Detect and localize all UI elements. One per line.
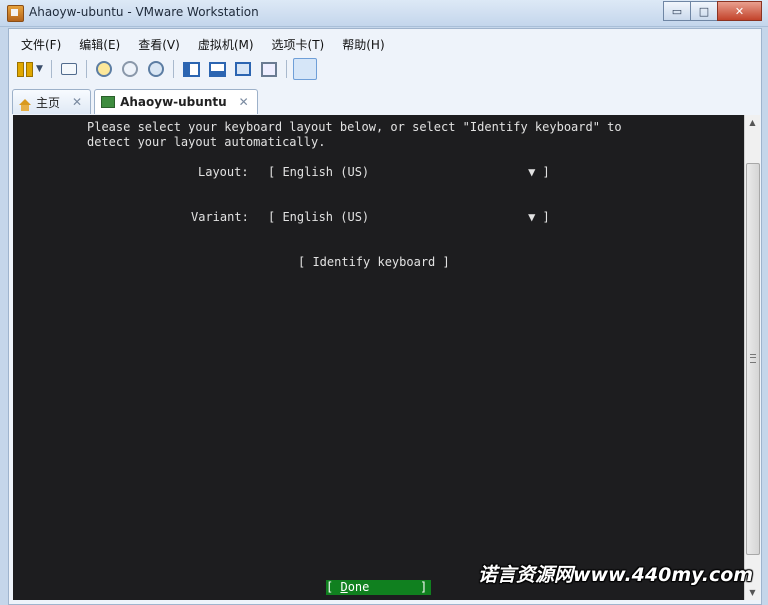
menu-view[interactable]: 查看(V) xyxy=(126,34,186,54)
identify-keyboard-button[interactable]: [ Identify keyboard ] xyxy=(298,255,450,270)
variant-select[interactable]: [ English (US) ▼ ] xyxy=(268,210,550,225)
tab-home-label: 主页 xyxy=(36,95,61,110)
unity-button[interactable] xyxy=(258,59,280,79)
done-button[interactable]: [ Done ] xyxy=(326,580,431,595)
close-icon[interactable]: ✕ xyxy=(239,95,249,109)
intro-text-line1: Please select your keyboard layout below… xyxy=(87,120,622,134)
vm-console-screen[interactable]: Please select your keyboard layout below… xyxy=(13,115,744,600)
window-title: Ahaoyw-ubuntu - VMware Workstation xyxy=(29,5,259,19)
minimize-button[interactable]: ▭ xyxy=(663,1,691,21)
power-pause-button[interactable]: ▼ xyxy=(15,59,45,79)
vertical-scrollbar[interactable]: ▲ ▼ xyxy=(744,115,760,600)
toolbar-separator xyxy=(86,60,87,78)
tab-vm-label: Ahaoyw-ubuntu xyxy=(120,95,227,109)
tab-strip: 主页 ✕ Ahaoyw-ubuntu ✕ xyxy=(12,89,261,115)
watermark-text: 诺言资源网www.440my.com xyxy=(478,564,754,586)
vm-icon xyxy=(101,96,116,108)
done-mnemonic: D xyxy=(340,580,348,594)
network-icon xyxy=(61,63,77,75)
menu-file[interactable]: 文件(F) xyxy=(9,34,67,54)
scroll-down-arrow[interactable]: ▼ xyxy=(745,585,760,600)
toolbar-separator xyxy=(286,60,287,78)
vmware-app-icon xyxy=(7,5,24,22)
thumbnail-view-icon xyxy=(208,61,226,77)
done-label: one xyxy=(347,580,370,594)
show-library-button[interactable] xyxy=(180,59,202,79)
snapshot-icon xyxy=(96,61,112,77)
console-view-button[interactable] xyxy=(19,58,317,157)
scroll-thumb[interactable] xyxy=(746,163,760,555)
window-controls: ▭ □ ✕ xyxy=(663,1,762,21)
unity-icon xyxy=(261,61,277,77)
take-snapshot-button[interactable] xyxy=(93,59,115,79)
close-button[interactable]: ✕ xyxy=(717,1,762,21)
workstation-client-area: 文件(F) 编辑(E) 查看(V) 虚拟机(M) 选项卡(T) 帮助(H) ▼ … xyxy=(8,28,762,605)
menu-vm[interactable]: 虚拟机(M) xyxy=(186,34,260,54)
done-open-bracket: [ xyxy=(326,580,341,594)
thumbnail-bar-button[interactable] xyxy=(206,59,228,79)
tab-vm[interactable]: Ahaoyw-ubuntu ✕ xyxy=(94,89,258,114)
snapshot-manager-icon xyxy=(148,61,164,77)
revert-snapshot-button[interactable] xyxy=(119,59,141,79)
grip-icon xyxy=(750,354,756,363)
tab-home[interactable]: 主页 ✕ xyxy=(12,89,92,114)
menu-help[interactable]: 帮助(H) xyxy=(330,34,390,54)
maximize-button[interactable]: □ xyxy=(690,1,718,21)
chevron-down-icon: ▼ xyxy=(36,64,43,74)
fullscreen-button[interactable] xyxy=(232,59,254,79)
intro-text-line2: detect your layout automatically. xyxy=(87,135,326,149)
done-close-bracket: ] xyxy=(369,580,428,594)
menu-bar: 文件(F) 编辑(E) 查看(V) 虚拟机(M) 选项卡(T) 帮助(H) xyxy=(9,34,391,54)
menu-edit[interactable]: 编辑(E) xyxy=(67,34,126,54)
toolbar-separator xyxy=(173,60,174,78)
home-icon xyxy=(19,99,31,111)
toolbar-separator xyxy=(51,60,52,78)
revert-snapshot-icon xyxy=(122,61,138,77)
scroll-up-arrow[interactable]: ▲ xyxy=(745,115,760,130)
menu-tabs[interactable]: 选项卡(T) xyxy=(260,34,331,54)
send-ctrl-alt-del-button[interactable] xyxy=(58,59,80,79)
fullscreen-icon xyxy=(235,62,251,76)
toolbar: ▼ xyxy=(15,57,321,157)
title-bar: Ahaoyw-ubuntu - VMware Workstation ▭ □ ✕ xyxy=(0,0,768,27)
layout-label: Layout: xyxy=(198,165,249,179)
variant-label: Variant: xyxy=(191,210,249,224)
snapshot-manager-button[interactable] xyxy=(145,59,167,79)
layout-select[interactable]: [ English (US) ▼ ] xyxy=(268,165,550,180)
pause-icon xyxy=(17,62,34,77)
close-icon[interactable]: ✕ xyxy=(72,95,82,109)
console-view-icon xyxy=(182,61,200,77)
